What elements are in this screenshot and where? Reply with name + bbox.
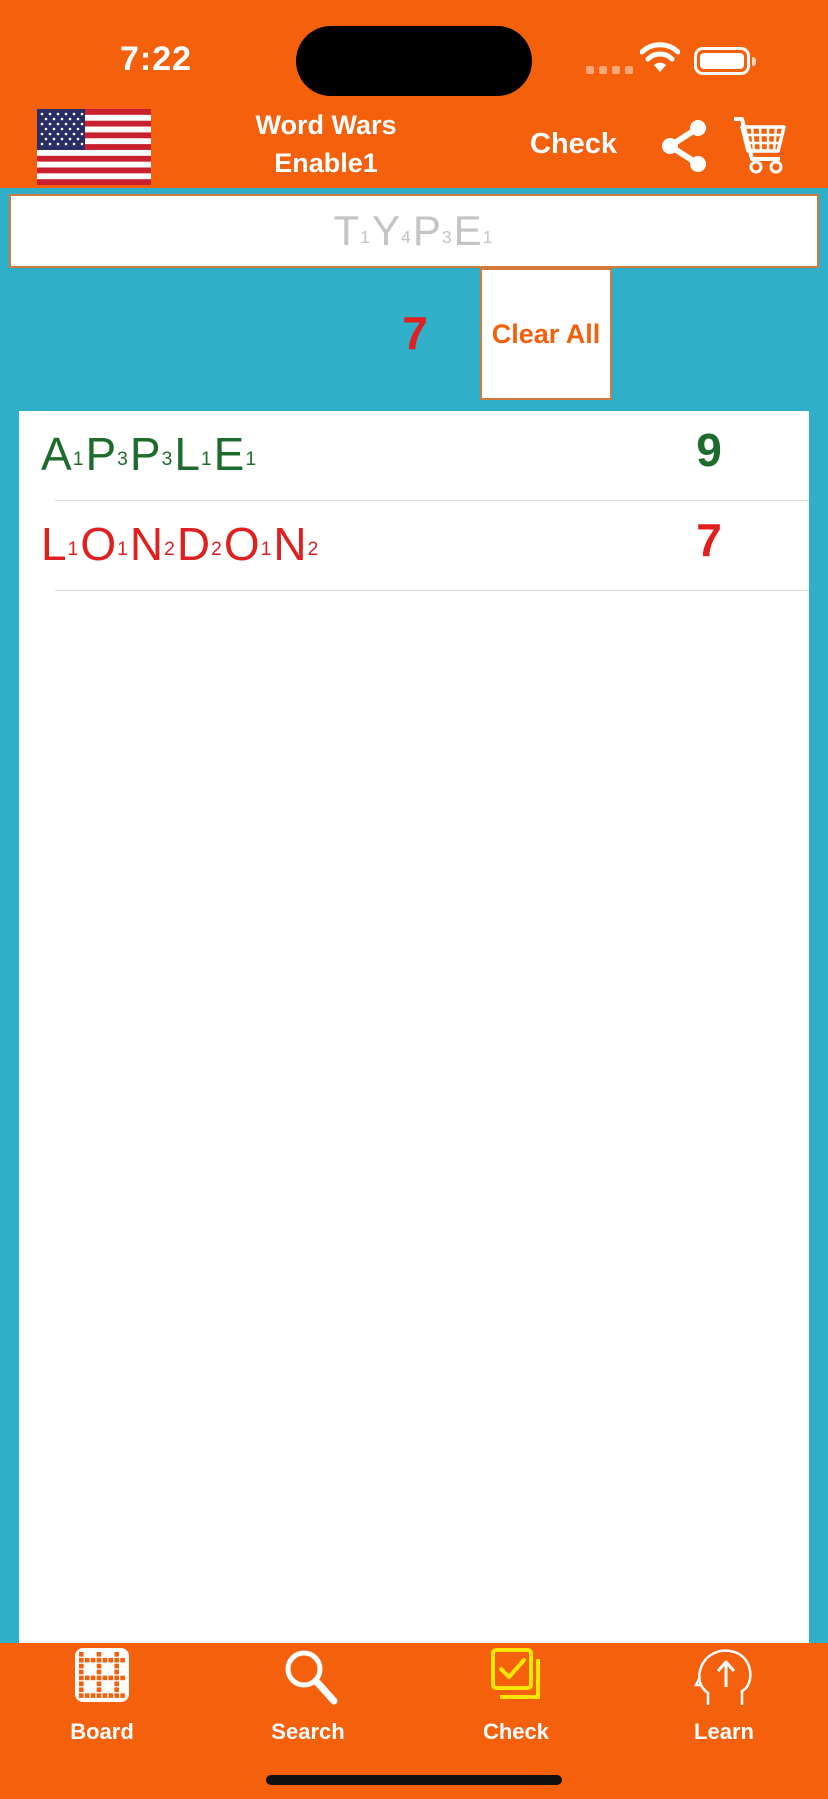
status-time: 7:22 [120,40,193,78]
tile-letter: O [223,518,260,570]
tile-letter: Y [371,207,400,254]
word-list: A1P3P3L1E19L1O1N2D2O1N27 [19,411,809,1643]
tile-score: 4 [401,227,411,248]
tile-letter: P [412,207,441,254]
tab-label: Board [70,1719,134,1744]
us-flag-icon[interactable] [37,109,151,185]
letter-tile: P3 [85,427,127,481]
share-icon[interactable] [658,118,710,174]
word-score: 9 [696,424,722,476]
letter-tile: D2 [177,517,222,571]
input-placeholder: T1Y4P3E1 [334,207,495,255]
check-stack-icon [491,1648,540,1699]
tile-score: 1 [67,539,79,561]
cart-icon[interactable] [732,113,788,177]
app-title-line1: Word Wars [255,110,397,140]
letter-tile: O1 [224,517,272,571]
search-icon [285,1650,338,1705]
tab-check[interactable]: Check [426,1643,606,1773]
tile-letter: N [129,518,164,570]
top-bar: 7:22 Word Wars Enable1 Check [0,0,828,188]
learn-head-icon [694,1649,752,1705]
tab-board[interactable]: Board [12,1643,192,1773]
tile-score: 2 [211,539,222,561]
tile-score: 2 [307,539,319,561]
dynamic-island [296,26,532,96]
letter-tile: A1 [41,427,83,481]
total-score: 7 [402,307,428,359]
letter-tile: T1 [334,207,370,255]
tile-score: 1 [360,227,370,248]
word-row[interactable]: A1P3P3L1E19 [19,411,809,501]
letter-tile: N2 [130,517,175,571]
tile-score: 1 [482,227,493,248]
cellular-signal-icon [586,66,633,74]
clear-all-button[interactable]: Clear All [480,268,612,400]
wifi-icon [640,42,680,72]
tab-label: Learn [694,1719,754,1744]
tile-letter: E [453,207,482,254]
tab-search[interactable]: Search [218,1643,398,1773]
tile-letter: O [80,518,117,570]
tile-score: 2 [164,539,175,561]
check-button[interactable]: Check [530,128,617,161]
battery-icon [694,47,756,75]
tile-letter: A [41,428,72,480]
tile-letter: E [213,428,245,480]
tile-score: 1 [245,449,257,471]
letter-tile: P3 [130,427,172,481]
letter-tile: E1 [214,427,256,481]
tile-letter: L [174,428,200,480]
app-title-line2: Enable1 [274,148,378,178]
app-title: Word Wars Enable1 [226,106,426,182]
letter-tile: N2 [273,517,318,571]
tile-letter: N [273,518,307,570]
letter-tile: L1 [174,427,211,481]
tile-score: 1 [260,539,272,561]
tab-learn[interactable]: Learn [634,1643,814,1773]
word-row[interactable]: L1O1N2D2O1N27 [19,501,809,591]
word-tiles: L1O1N2D2O1N2 [41,517,320,571]
tile-score: 1 [117,539,128,561]
tile-letter: P [85,428,117,480]
letter-tile: O1 [80,517,128,571]
tile-score: 3 [117,449,128,471]
letter-tile: L1 [41,517,78,571]
tile-letter: P [129,428,161,480]
board-grid-icon [75,1648,129,1702]
tile-score: 1 [72,449,84,471]
tab-label: Check [482,1719,550,1744]
word-score: 7 [696,514,722,566]
word-tiles: A1P3P3L1E1 [41,427,258,481]
tile-score: 1 [200,449,212,471]
tab-label: Search [271,1719,345,1744]
letter-tile: Y4 [372,207,411,255]
tile-score: 3 [441,227,452,248]
word-input[interactable]: T1Y4P3E1 [9,194,819,268]
tile-score: 3 [161,449,173,471]
letter-tile: P3 [413,207,452,255]
row-separator [55,590,809,591]
letter-tile: E1 [454,207,493,255]
tile-letter: T [333,207,360,254]
home-indicator [266,1775,562,1785]
tile-letter: L [41,518,67,570]
tile-letter: D [176,518,211,570]
